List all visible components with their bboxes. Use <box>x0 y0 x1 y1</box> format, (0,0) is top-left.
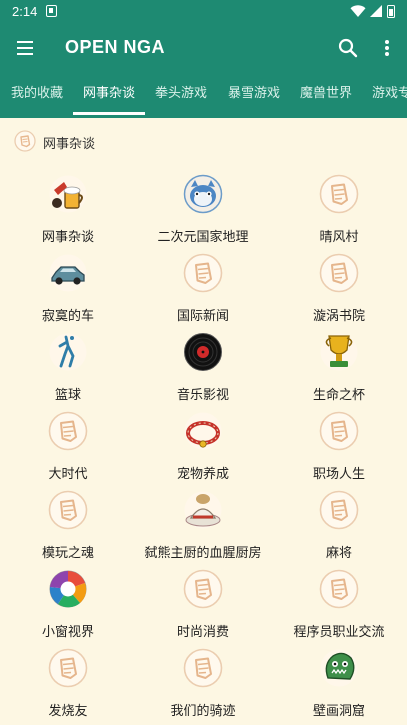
section-title: 网事杂谈 <box>43 137 96 152</box>
green-monster-icon <box>320 649 358 687</box>
nga-fist-icon <box>319 253 359 293</box>
nga-fist-icon <box>48 411 88 451</box>
board-label: 音乐影视 <box>176 388 229 403</box>
wifi-icon <box>350 5 366 17</box>
active-tab-indicator <box>73 112 145 115</box>
board-label: 时尚消费 <box>176 625 229 640</box>
board-item[interactable]: 篮球 <box>0 332 136 412</box>
board-label: 漩涡书院 <box>312 309 365 324</box>
pet-collar-icon <box>184 412 222 450</box>
tab-favorites[interactable]: 我的收藏 <box>11 72 63 118</box>
search-icon[interactable] <box>336 36 360 60</box>
board-label: 二次元国家地理 <box>157 230 249 245</box>
board-item[interactable]: 网事杂谈 <box>0 174 136 254</box>
nga-fist-icon <box>48 648 88 688</box>
vinyl-record-icon <box>184 333 222 371</box>
nga-fist-icon <box>183 569 223 609</box>
app-bar: OPEN NGA <box>0 24 407 72</box>
board-label: 大时代 <box>48 467 88 482</box>
board-label: 发烧友 <box>48 704 88 719</box>
board-item[interactable]: 二次元国家地理 <box>135 174 271 254</box>
notification-icon <box>46 5 57 17</box>
camera-aperture-icon <box>49 570 87 608</box>
car-icon <box>49 254 87 292</box>
tab-world-of-warcraft[interactable]: 魔兽世界 <box>300 72 352 118</box>
nga-fist-icon <box>319 490 359 530</box>
tab-game-special[interactable]: 游戏专 <box>372 72 407 118</box>
board-item[interactable]: 生命之杯 <box>271 332 407 412</box>
nga-fist-icon <box>319 569 359 609</box>
board-label: 模玩之魂 <box>41 546 94 561</box>
board-item[interactable]: 音乐影视 <box>135 332 271 412</box>
battery-icon <box>387 5 395 18</box>
nga-fist-icon <box>14 130 36 152</box>
board-label: 宠物养成 <box>176 467 229 482</box>
menu-icon[interactable] <box>14 37 38 59</box>
board-label: 篮球 <box>54 388 81 403</box>
board-item[interactable]: 时尚消费 <box>135 569 271 649</box>
tab-blizzard-games[interactable]: 暴雪游戏 <box>228 72 280 118</box>
nga-fist-icon <box>183 253 223 293</box>
anime-cat-icon <box>183 174 223 214</box>
more-vert-icon[interactable] <box>376 36 398 60</box>
app-title: OPEN NGA <box>65 37 166 57</box>
board-item[interactable]: 大时代 <box>0 411 136 491</box>
board-item[interactable]: 职场人生 <box>271 411 407 491</box>
board-label: 弑熊主厨的血腥厨房 <box>144 546 262 561</box>
board-item[interactable]: 我们的骑迹 <box>135 648 271 725</box>
board-label: 国际新闻 <box>176 309 229 324</box>
board-item[interactable]: 麻将 <box>271 490 407 570</box>
board-label: 晴风村 <box>319 230 359 245</box>
board-label: 麻将 <box>325 546 352 561</box>
board-item[interactable]: 程序员职业交流 <box>271 569 407 649</box>
trophy-cup-icon <box>320 333 358 371</box>
board-label: 网事杂谈 <box>41 230 94 245</box>
status-bar: 2:14 <box>0 0 407 24</box>
nga-fist-icon <box>319 411 359 451</box>
nga-fist-icon <box>48 490 88 530</box>
board-item[interactable]: 弑熊主厨的血腥厨房 <box>135 490 271 570</box>
board-item[interactable]: 模玩之魂 <box>0 490 136 570</box>
board-item[interactable]: 发烧友 <box>0 648 136 725</box>
basketball-player-icon <box>49 333 87 371</box>
nga-fist-icon <box>319 174 359 214</box>
board-label: 程序员职业交流 <box>293 625 385 640</box>
nga-fist-icon <box>183 648 223 688</box>
board-item[interactable]: 壁画洞窟 <box>271 648 407 725</box>
board-label: 小窗视界 <box>41 625 94 640</box>
board-item[interactable]: 国际新闻 <box>135 253 271 333</box>
category-tabs: 我的收藏 网事杂谈 拳头游戏 暴雪游戏 魔兽世界 游戏专 <box>0 72 407 118</box>
board-label: 寂寞的车 <box>41 309 94 324</box>
board-item[interactable]: 晴风村 <box>271 174 407 254</box>
status-time: 2:14 <box>12 4 38 19</box>
signal-icon <box>370 5 382 17</box>
board-item[interactable]: 漩涡书院 <box>271 253 407 333</box>
board-item[interactable]: 宠物养成 <box>135 411 271 491</box>
board-item[interactable]: 寂寞的车 <box>0 253 136 333</box>
board-item[interactable]: 小窗视界 <box>0 569 136 649</box>
board-label: 我们的骑迹 <box>170 704 236 719</box>
beer-mug-icon <box>49 175 87 213</box>
board-label: 生命之杯 <box>312 388 365 403</box>
chef-dish-icon <box>184 491 222 529</box>
tab-riot-games[interactable]: 拳头游戏 <box>155 72 207 118</box>
board-label: 职场人生 <box>312 467 365 482</box>
board-label: 壁画洞窟 <box>312 704 365 719</box>
